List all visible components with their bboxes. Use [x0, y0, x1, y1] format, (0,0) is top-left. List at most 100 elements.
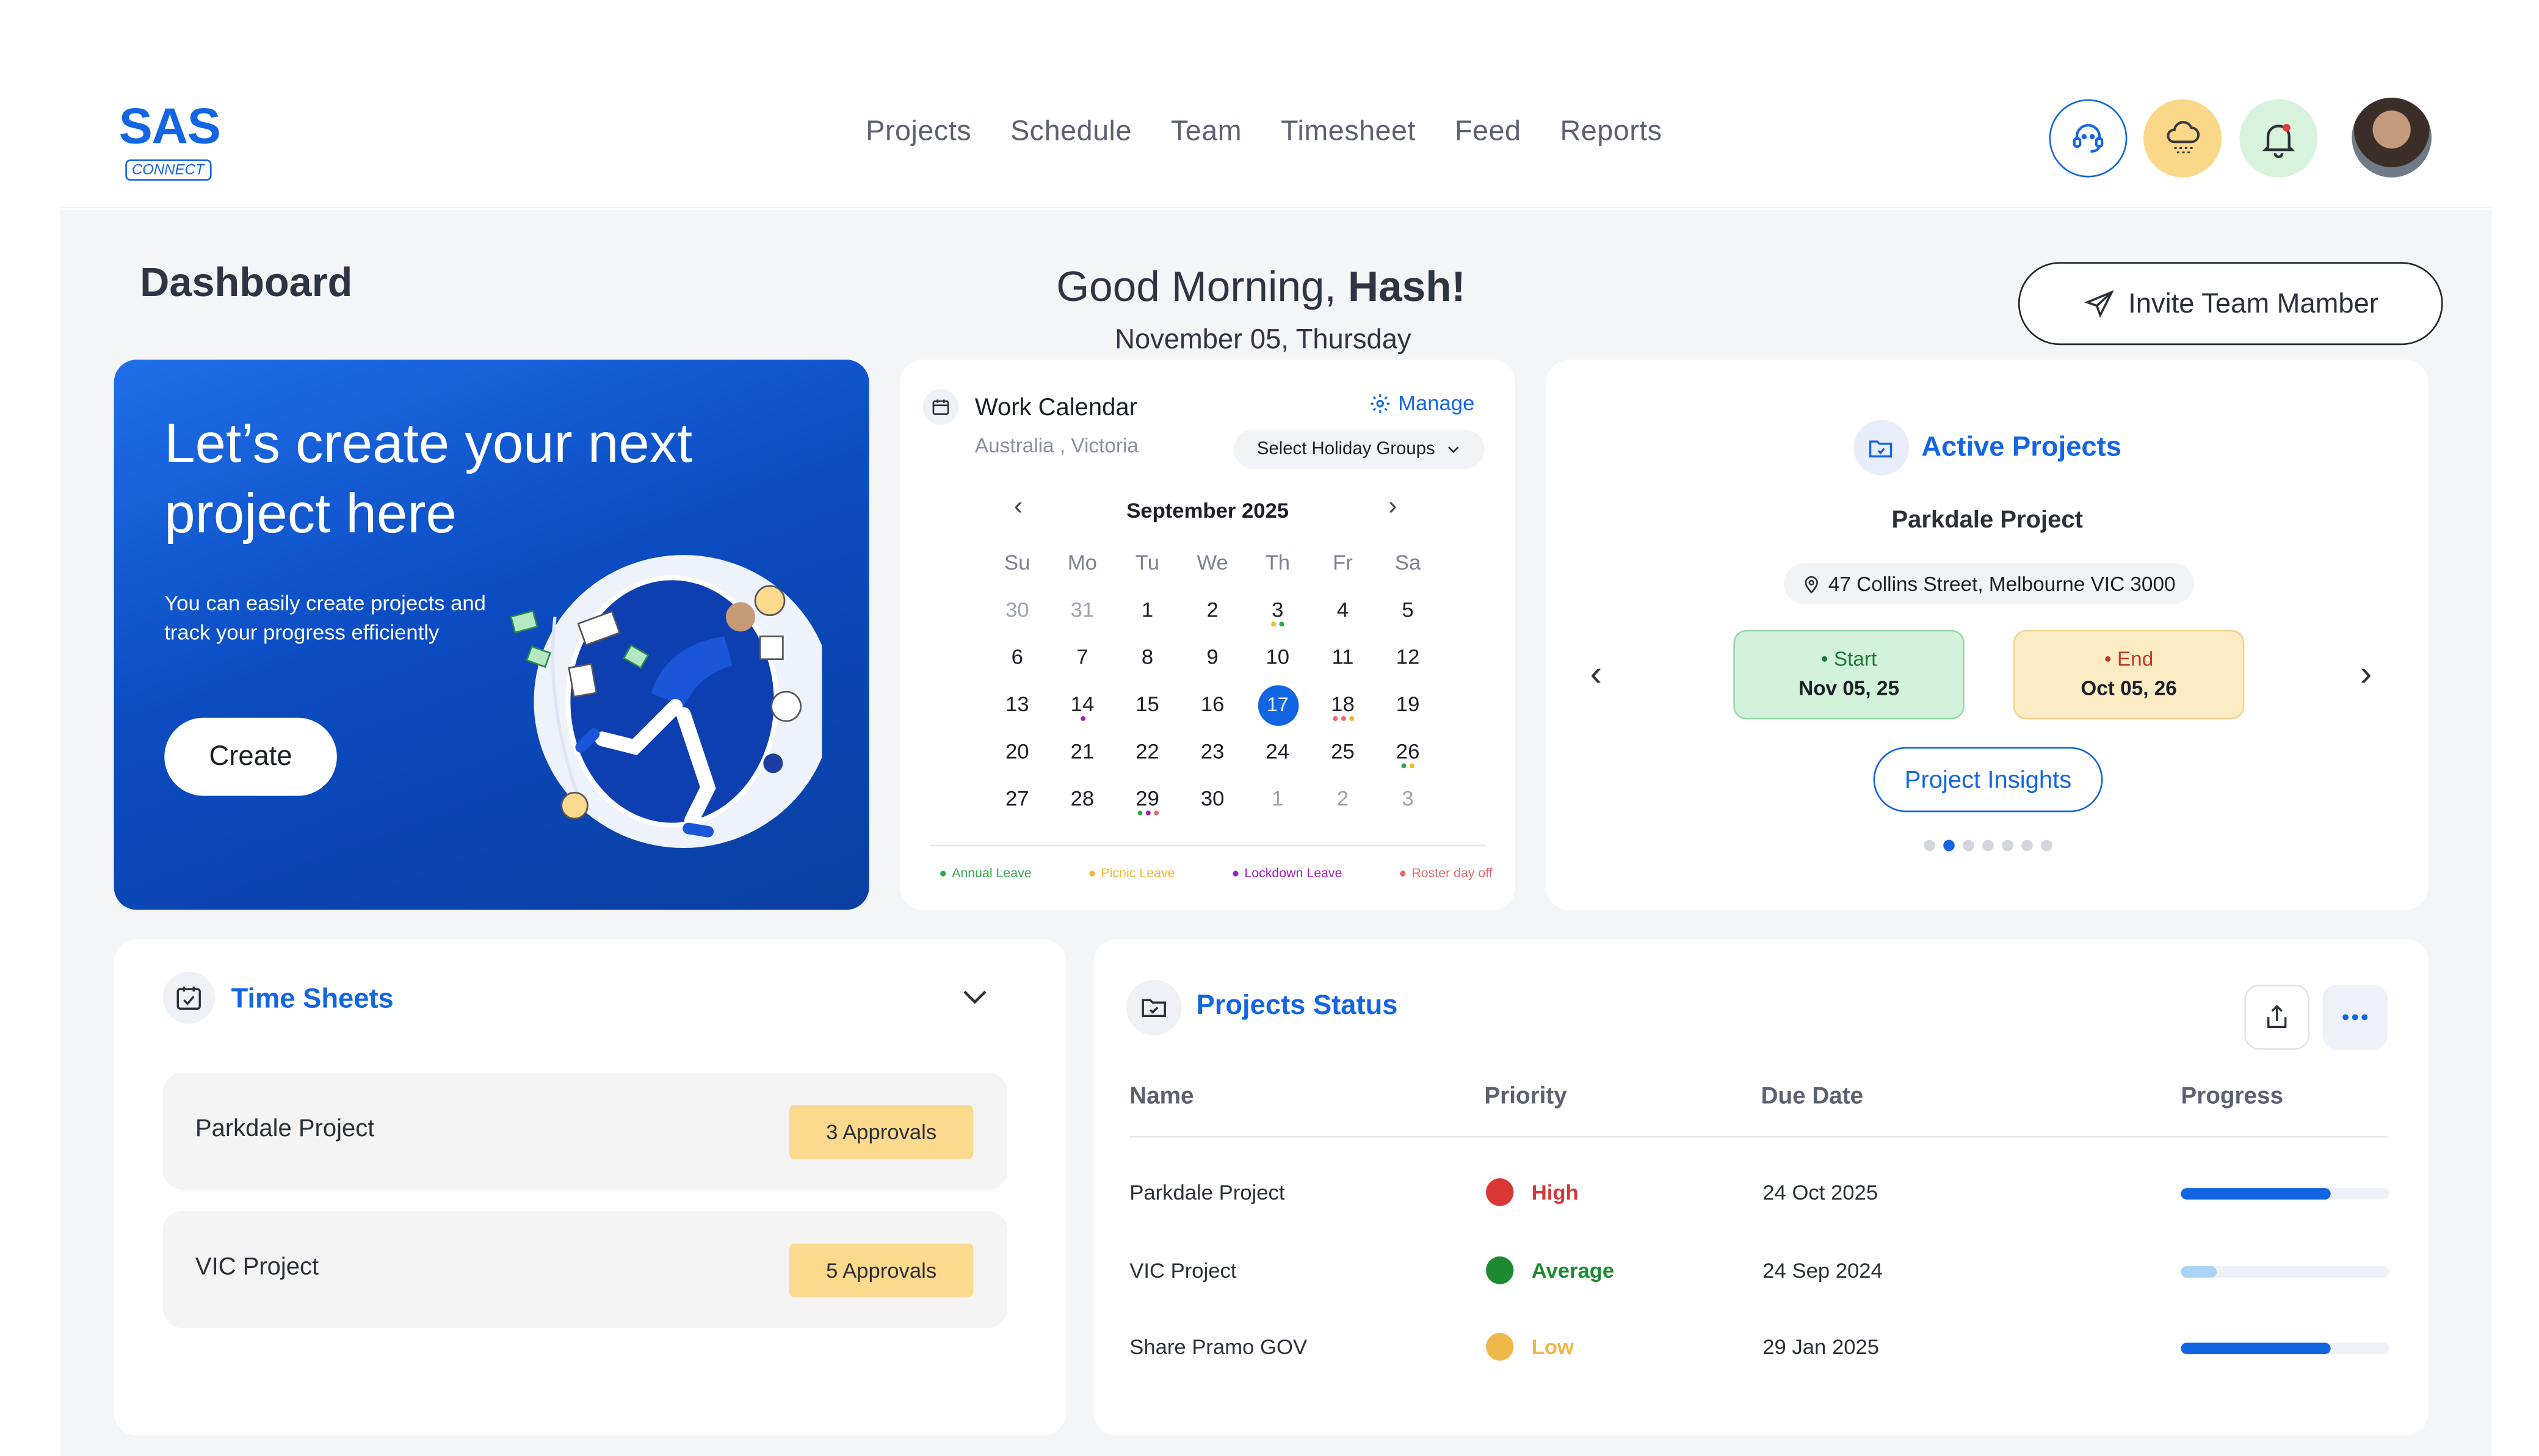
calendar-day[interactable]: 1 [1115, 594, 1180, 641]
calendar-day[interactable]: 19 [1375, 689, 1441, 736]
day-number: 10 [1266, 644, 1290, 669]
day-number: 2 [1336, 786, 1349, 811]
calendar-day[interactable]: 21 [1050, 736, 1115, 783]
column-header-progress: Progress [2181, 1084, 2284, 1110]
day-number: 3 [1272, 597, 1284, 622]
collapse-button[interactable] [957, 978, 993, 1022]
calendar-check-icon [162, 971, 215, 1024]
active-projects-header: Active Projects [1546, 419, 2429, 476]
next-month-button[interactable]: › [1388, 493, 1397, 523]
calendar-day[interactable]: 20 [985, 736, 1050, 783]
project-address: 47 Collins Street, Melbourne VIC 3000 [1783, 563, 2194, 604]
calendar-day[interactable]: 28 [1050, 783, 1115, 830]
calendar-day[interactable]: 18 [1310, 689, 1375, 736]
nav-schedule[interactable]: Schedule [1010, 114, 1132, 148]
user-avatar[interactable] [2352, 97, 2432, 178]
priority-dot [1486, 1178, 1514, 1206]
day-number: 9 [1206, 644, 1219, 669]
day-number: 24 [1266, 739, 1290, 764]
start-date: Nov 05, 25 [1798, 677, 1900, 700]
next-project-button[interactable]: › [2360, 653, 2372, 695]
nav-reports[interactable]: Reports [1560, 114, 1662, 148]
leave-dot [1332, 716, 1338, 722]
notifications-button[interactable] [2239, 99, 2318, 178]
calendar-day[interactable]: 2 [1310, 783, 1375, 830]
calendar-day[interactable]: 17 [1245, 685, 1310, 736]
create-button[interactable]: Create [164, 717, 337, 796]
calendar-day[interactable]: 8 [1115, 641, 1180, 688]
calendar-day[interactable]: 13 [985, 689, 1050, 736]
calendar-day[interactable]: 15 [1115, 689, 1180, 736]
weekday-label: We [1197, 550, 1228, 575]
timesheet-row[interactable]: VIC Project 5 Approvals [162, 1211, 1008, 1328]
sas-connect-logo[interactable]: SAS CONNECT [119, 100, 233, 182]
nav-feed[interactable]: Feed [1455, 114, 1521, 148]
calendar-day[interactable]: 16 [1180, 689, 1245, 736]
calendar-day[interactable]: 1 [1245, 783, 1310, 830]
invite-team-member-button[interactable]: Invite Team Mamber [2018, 262, 2443, 346]
project-name-cell: Share Pramo GOV [1129, 1335, 1308, 1360]
calendar-day[interactable]: 10 [1245, 641, 1310, 688]
more-options-button[interactable] [2322, 984, 2388, 1050]
calendar-day[interactable]: 23 [1180, 736, 1245, 783]
calendar-day[interactable]: 14 [1050, 689, 1115, 736]
calendar-day[interactable]: 4 [1310, 594, 1375, 641]
pagination-dot[interactable] [2040, 839, 2052, 852]
project-insights-button[interactable]: Project Insights [1873, 747, 2103, 813]
prev-project-button[interactable]: ‹ [1590, 653, 1603, 695]
calendar-day[interactable]: 3 [1245, 594, 1310, 641]
approvals-badge[interactable]: 5 Approvals [789, 1243, 974, 1297]
calendar-day[interactable]: 29 [1115, 783, 1180, 830]
support-button[interactable] [2049, 99, 2128, 178]
calendar-day[interactable]: 5 [1375, 594, 1441, 641]
calendar-day[interactable]: 25 [1310, 736, 1375, 783]
nav-team[interactable]: Team [1171, 114, 1242, 148]
folder-icon [1853, 419, 1909, 476]
due-date-cell: 29 Jan 2025 [1762, 1335, 1880, 1360]
calendar-day[interactable]: 3 [1375, 783, 1441, 830]
export-button[interactable] [2244, 984, 2310, 1050]
due-date-cell: 24 Sep 2024 [1762, 1258, 1883, 1283]
approvals-badge[interactable]: 3 Approvals [789, 1105, 974, 1159]
pagination-dot[interactable] [2001, 839, 2013, 852]
pagination-dot[interactable] [1922, 839, 1935, 852]
end-label: • End [2104, 648, 2154, 671]
project-name-cell: Parkdale Project [1129, 1179, 1285, 1204]
calendar-day[interactable]: 26 [1375, 736, 1441, 783]
dashboard-main: Dashboard Good Morning, Hash! November 0… [60, 209, 2492, 1456]
pagination-dot[interactable] [2020, 839, 2032, 852]
invite-label: Invite Team Mamber [2128, 287, 2378, 319]
leave-markers [1310, 716, 1375, 722]
weather-button[interactable] [2143, 99, 2222, 178]
calendar-day[interactable]: 27 [985, 783, 1050, 830]
calendar-day[interactable]: 2 [1180, 594, 1245, 641]
calendar-day[interactable]: 11 [1310, 641, 1375, 688]
nav-timesheet[interactable]: Timesheet [1281, 114, 1416, 148]
calendar-day[interactable]: 30 [985, 594, 1050, 641]
progress-fill [2181, 1266, 2217, 1278]
calendar-day[interactable]: 6 [985, 641, 1050, 688]
user-name: Hash! [1348, 262, 1466, 311]
nav-projects[interactable]: Projects [866, 114, 971, 148]
create-project-card: Let’s create your next project here You … [114, 360, 869, 910]
calendar-day[interactable]: 24 [1245, 736, 1310, 783]
calendar-title: Work Calendar [974, 394, 1137, 422]
projects-status-title: Projects Status [1196, 989, 1398, 1021]
calendar-day[interactable]: 7 [1050, 641, 1115, 688]
pagination-dot[interactable] [1942, 839, 1954, 852]
share-icon [2267, 1004, 2287, 1028]
calendar-day[interactable]: 31 [1050, 594, 1115, 641]
pagination-dot[interactable] [1981, 839, 1993, 852]
calendar-day[interactable]: 12 [1375, 641, 1441, 688]
legend-item: Annual Leave [939, 866, 1031, 880]
due-date-cell: 24 Oct 2025 [1762, 1179, 1878, 1204]
calendar-day[interactable]: 9 [1180, 641, 1245, 688]
calendar-day[interactable]: 22 [1115, 736, 1180, 783]
day-number: 20 [1005, 739, 1029, 764]
timesheet-row[interactable]: Parkdale Project 3 Approvals [162, 1072, 1008, 1190]
manage-button[interactable]: Manage [1369, 391, 1474, 415]
holiday-groups-select[interactable]: Select Holiday Groups [1233, 429, 1485, 469]
calendar-day[interactable]: 30 [1180, 783, 1245, 830]
pagination-dot[interactable] [1961, 839, 1974, 852]
progress-bar [2181, 1266, 2389, 1278]
